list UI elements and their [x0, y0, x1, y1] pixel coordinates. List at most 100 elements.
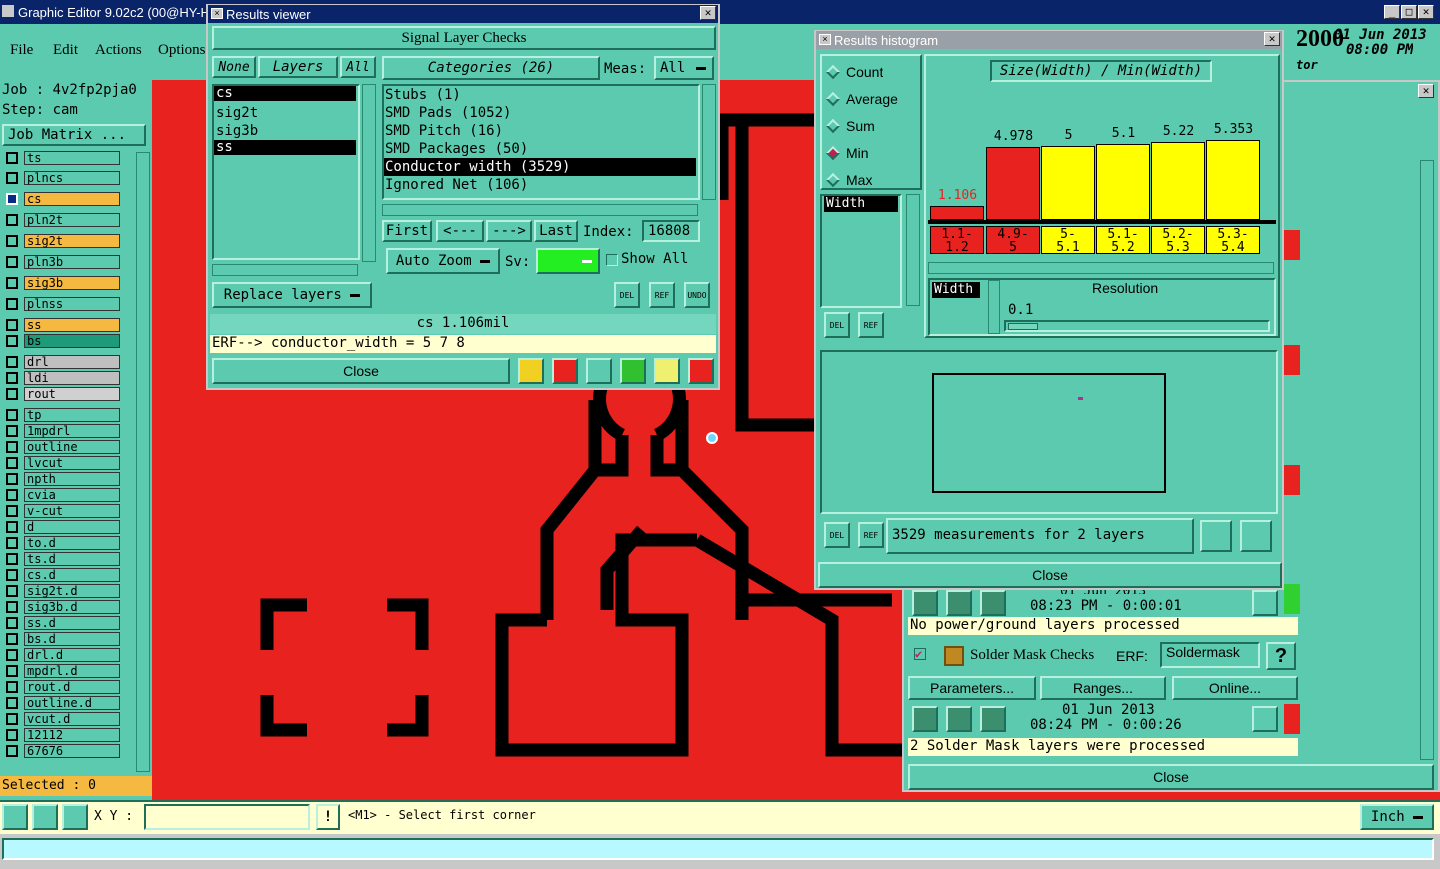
layer-checkbox[interactable]	[6, 297, 18, 310]
layer-row[interactable]: to.d	[2, 535, 120, 550]
online-button[interactable]: Online...	[1172, 676, 1298, 700]
layer-checkbox[interactable]	[6, 355, 18, 368]
layer-row[interactable]: cs	[2, 191, 120, 206]
hist-del-icon[interactable]: DEL	[824, 312, 850, 338]
result-layer-item[interactable]: sig2t	[214, 104, 356, 122]
layer-row[interactable]: drl.d	[2, 647, 120, 662]
field-width-item[interactable]: Width	[824, 196, 898, 212]
maximize-icon[interactable]: □	[1401, 5, 1417, 19]
histogram-close-icon[interactable]: ✕	[1264, 32, 1280, 46]
minimize-icon[interactable]: _	[1384, 5, 1400, 19]
auto-zoom-select[interactable]: Auto Zoom	[386, 248, 500, 274]
parameters-button[interactable]: Parameters...	[908, 676, 1036, 700]
checks-vscroll[interactable]	[1420, 160, 1434, 760]
prev-del-icon[interactable]: DEL	[824, 522, 850, 548]
measure-tool-icon[interactable]	[32, 804, 58, 830]
layer-checkbox[interactable]	[6, 234, 18, 247]
layer-checkbox[interactable]	[6, 255, 18, 268]
layer-row[interactable]: ss.d	[2, 615, 120, 630]
warning-icon[interactable]: !	[316, 804, 340, 830]
layer-checkbox[interactable]	[6, 387, 18, 400]
layer-checkbox[interactable]	[6, 568, 18, 581]
show-all-checkbox[interactable]	[606, 254, 618, 266]
layer-checkbox[interactable]	[6, 600, 18, 613]
layer-row[interactable]: 12112	[2, 727, 120, 742]
category-item[interactable]: Conductor width (3529)	[384, 158, 696, 176]
layer-checkbox[interactable]	[6, 318, 18, 331]
result-layer-item[interactable]: sig3b	[214, 122, 356, 140]
del-icon[interactable]: DEL	[614, 282, 640, 308]
ranges-button[interactable]: Ranges...	[1040, 676, 1166, 700]
layer-checkbox[interactable]	[6, 371, 18, 384]
menu-file[interactable]: File	[10, 42, 33, 59]
layer-row[interactable]: ts	[2, 150, 120, 165]
highlight-icon[interactable]	[552, 358, 578, 384]
sv-color-select[interactable]	[536, 248, 600, 274]
histogram-bar[interactable]	[1206, 140, 1260, 220]
layer-checkbox[interactable]	[6, 664, 18, 677]
mode-radio-max[interactable]: Max	[824, 166, 920, 193]
layer-checkbox[interactable]	[6, 472, 18, 485]
index-input[interactable]: 16808	[642, 220, 700, 242]
layer-checkbox[interactable]	[6, 151, 18, 164]
layer-row[interactable]: sig3b	[2, 275, 120, 290]
layer-checkbox[interactable]	[6, 584, 18, 597]
run-icon[interactable]	[912, 590, 938, 616]
layer-checkbox[interactable]	[6, 408, 18, 421]
layer-row[interactable]: cs.d	[2, 567, 120, 582]
layer-row[interactable]: drl	[2, 354, 120, 369]
layer-checkbox[interactable]	[6, 488, 18, 501]
layer-row[interactable]: 1mpdrl	[2, 423, 120, 438]
menu-edit[interactable]: Edit	[53, 42, 78, 59]
mode-radio-sum[interactable]: Sum	[824, 112, 920, 139]
layer-row[interactable]: outline	[2, 439, 120, 454]
layer-row[interactable]: lvcut	[2, 455, 120, 470]
ref-icon[interactable]: REF	[649, 282, 675, 308]
layer-checkbox[interactable]	[6, 552, 18, 565]
layer-row[interactable]: sig2t.d	[2, 583, 120, 598]
category-item[interactable]: Ignored Net (106)	[384, 176, 696, 194]
zoom-icon-2[interactable]	[1252, 706, 1278, 732]
layer-checkbox[interactable]	[6, 744, 18, 757]
layer-row[interactable]: 67676	[2, 743, 120, 758]
job-matrix-button[interactable]: Job Matrix ...	[2, 124, 146, 146]
layer-row[interactable]: bs	[2, 333, 120, 348]
layer-checkbox[interactable]	[6, 648, 18, 661]
histogram-icon[interactable]	[688, 358, 714, 384]
grid-tool-icon[interactable]	[62, 804, 88, 830]
numbers-icon[interactable]	[620, 358, 646, 384]
command-line[interactable]	[2, 838, 1434, 860]
layer-row[interactable]: vcut.d	[2, 711, 120, 726]
layer-row[interactable]: plnss	[2, 296, 120, 311]
resolution-slider[interactable]	[1004, 320, 1270, 332]
layer-checkbox[interactable]	[6, 536, 18, 549]
category-hscroll[interactable]	[382, 204, 698, 216]
layer-row[interactable]: v-cut	[2, 503, 120, 518]
category-item[interactable]: SMD Packages (50)	[384, 140, 696, 158]
window-menu-icon[interactable]: ×	[211, 8, 223, 19]
run-all-icon[interactable]	[946, 590, 972, 616]
help-button[interactable]: ?	[1266, 642, 1296, 670]
layer-row[interactable]: d	[2, 519, 120, 534]
select-tool-icon[interactable]	[2, 804, 28, 830]
resolution-field-scroll[interactable]	[988, 280, 1000, 334]
histogram-bar[interactable]	[986, 146, 1040, 220]
layer-checkbox[interactable]	[6, 171, 18, 184]
mode-radio-count[interactable]: Count	[824, 58, 920, 85]
layer-row[interactable]: mpdrl.d	[2, 663, 120, 678]
undo-icon[interactable]: UNDO	[684, 282, 710, 308]
first-button[interactable]: First	[382, 220, 432, 242]
layer-row[interactable]: sig3b.d	[2, 599, 120, 614]
chart-hscroll[interactable]	[928, 262, 1274, 274]
checks-close-button[interactable]: Close	[908, 764, 1434, 790]
none-button[interactable]: None	[212, 56, 256, 78]
run-all-icon-2[interactable]	[946, 706, 972, 732]
layer-list-vscroll[interactable]	[362, 84, 376, 262]
prev-ref-icon[interactable]: REF	[858, 522, 884, 548]
all-button[interactable]: All	[340, 56, 376, 78]
layer-row[interactable]: outline.d	[2, 695, 120, 710]
layer-checkbox[interactable]	[6, 696, 18, 709]
layer-row[interactable]: pln2t	[2, 212, 120, 227]
layer-row[interactable]: cvia	[2, 487, 120, 502]
layer-checkbox[interactable]	[6, 712, 18, 725]
